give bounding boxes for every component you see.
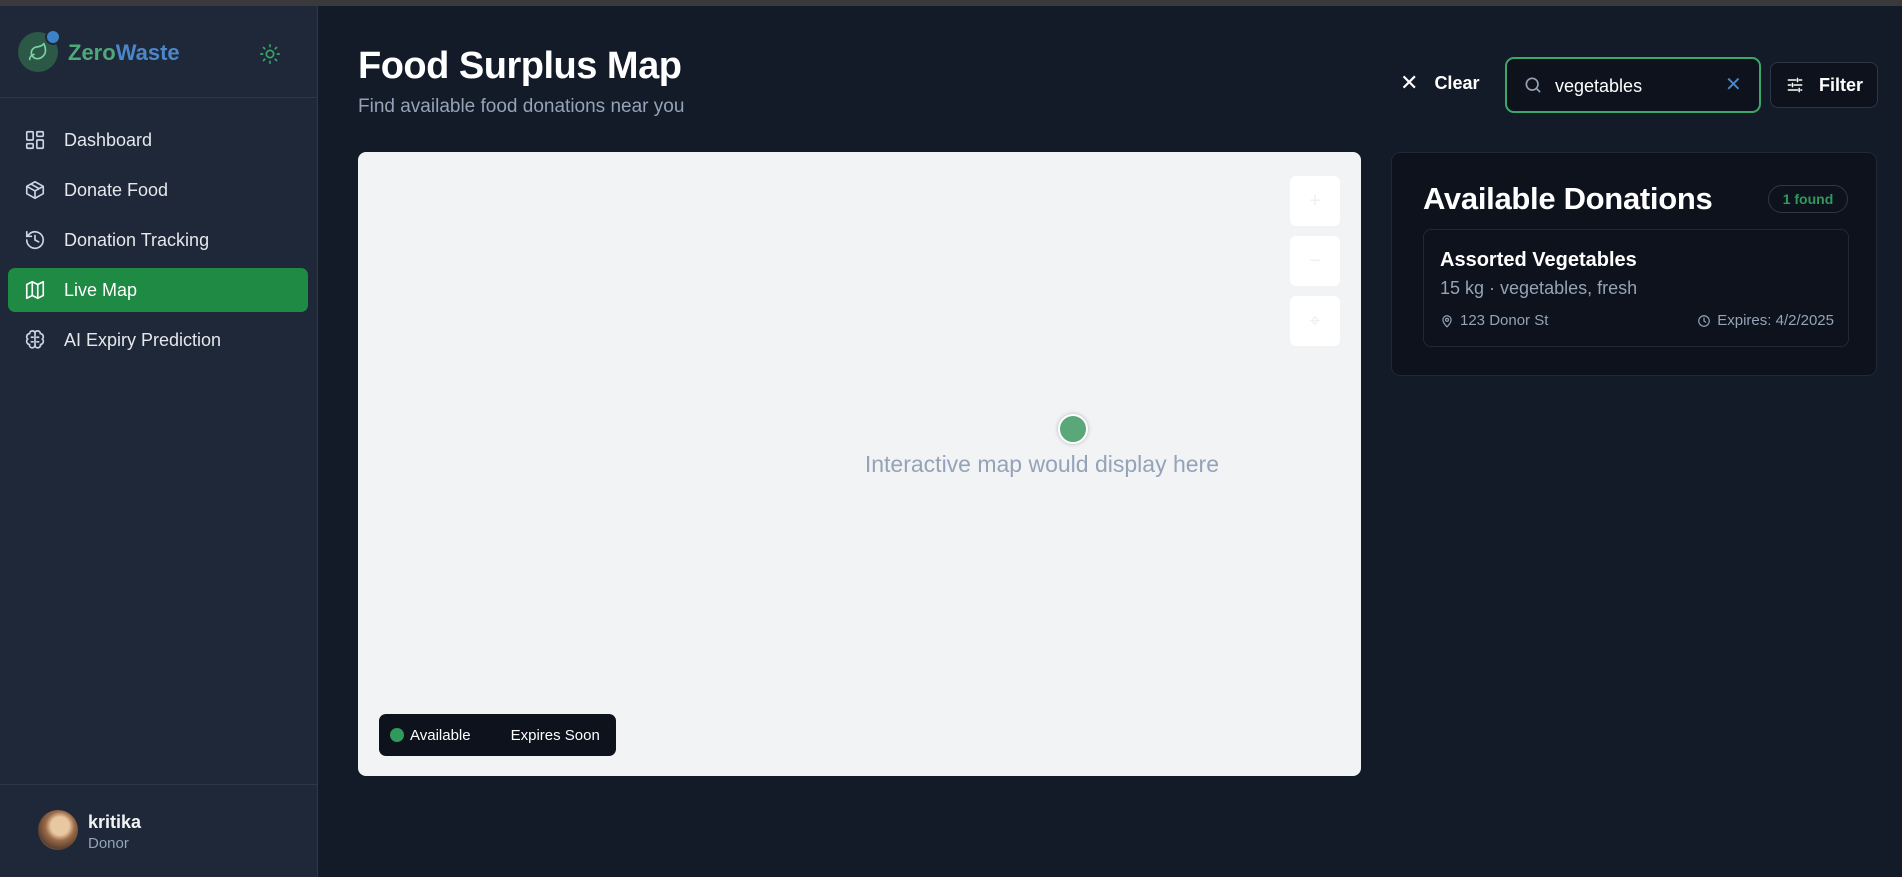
sidebar: ZeroWaste Dashboard Donate Food Donation… [0, 6, 318, 877]
user-name: kritika [88, 812, 142, 832]
theme-toggle-sun-icon[interactable] [259, 43, 281, 65]
clear-search-icon[interactable]: ✕ [1725, 72, 1742, 97]
page-title: Food Surplus Map [358, 45, 682, 87]
location-text: 123 Donor St [1460, 312, 1549, 329]
clock-icon [1697, 314, 1711, 328]
sliders-icon [1785, 75, 1805, 95]
sidebar-item-dashboard[interactable]: Dashboard [8, 118, 308, 162]
brain-icon [24, 329, 46, 351]
crosshair-icon: ⌖ [1309, 309, 1321, 332]
donation-location: 123 Donor St [1440, 312, 1548, 329]
panel-title: Available Donations [1423, 181, 1713, 216]
available-dot-icon [390, 728, 404, 742]
clear-label: Clear [1434, 72, 1480, 93]
zoom-in-button[interactable]: + [1290, 176, 1340, 226]
search-icon [1523, 75, 1543, 100]
sidebar-item-label: Donation Tracking [64, 229, 210, 250]
donation-title: Assorted Vegetables [1440, 249, 1637, 271]
brand-name[interactable]: ZeroWaste [68, 40, 180, 66]
donation-meta: 15 kg · vegetables, fresh [1440, 278, 1638, 298]
donation-expiry: Expires: 4/2/2025 [1697, 312, 1834, 329]
search-input[interactable] [1555, 72, 1725, 100]
map-pin-icon [1440, 314, 1454, 328]
count-badge: 1 found [1768, 185, 1848, 213]
zoom-out-button[interactable]: − [1290, 236, 1340, 286]
locate-button[interactable]: ⌖ [1290, 296, 1340, 346]
user-role: Donor [88, 835, 129, 852]
legend-available: Available [410, 726, 471, 744]
sidebar-nav: Dashboard Donate Food Donation Tracking … [8, 118, 308, 368]
close-icon: ✕ [1400, 70, 1419, 95]
zoom-out-icon: − [1309, 249, 1321, 272]
sidebar-item-label: Live Map [64, 279, 138, 300]
sidebar-item-label: Donate Food [64, 179, 169, 200]
sidebar-item-donation-tracking[interactable]: Donation Tracking [8, 218, 308, 262]
sidebar-item-label: Dashboard [64, 129, 153, 150]
user-profile[interactable]: kritika Donor [0, 784, 318, 877]
clear-button[interactable]: ✕ Clear [1400, 70, 1479, 96]
expiry-text: Expires: 4/2/2025 [1717, 312, 1834, 329]
search-box: ✕ [1505, 57, 1761, 113]
donation-map-marker[interactable] [1058, 414, 1088, 444]
avatar [38, 810, 78, 850]
filter-label: Filter [1819, 74, 1864, 95]
map-placeholder-text: Interactive map would display here [864, 451, 1219, 477]
zoom-in-icon: + [1309, 189, 1321, 212]
donation-card[interactable]: Assorted Vegetables 15 kg · vegetables, … [1423, 229, 1849, 347]
page-subtitle: Find available food donations near you [358, 96, 685, 117]
history-icon [24, 229, 46, 251]
legend-expires-soon: Expires Soon [510, 726, 600, 744]
sidebar-item-ai-expiry-prediction[interactable]: AI Expiry Prediction [8, 318, 308, 362]
brand-name-waste: Waste [115, 40, 180, 65]
dashboard-icon [24, 129, 46, 151]
brand-name-zero: Zero [68, 40, 116, 65]
map-canvas[interactable]: + − ⌖ Interactive map would display here… [358, 152, 1361, 776]
package-icon [24, 179, 46, 201]
map-legend: Available Expires Soon [379, 714, 616, 756]
sidebar-item-live-map[interactable]: Live Map [8, 268, 308, 312]
brand-header: ZeroWaste [0, 6, 318, 98]
sidebar-item-donate-food[interactable]: Donate Food [8, 168, 308, 212]
filter-button[interactable]: Filter [1770, 62, 1878, 108]
sidebar-item-label: AI Expiry Prediction [64, 329, 222, 350]
available-donations-panel: Available Donations 1 found Assorted Veg… [1391, 152, 1877, 376]
logo-badge-dot [45, 29, 61, 45]
map-icon [24, 279, 46, 301]
